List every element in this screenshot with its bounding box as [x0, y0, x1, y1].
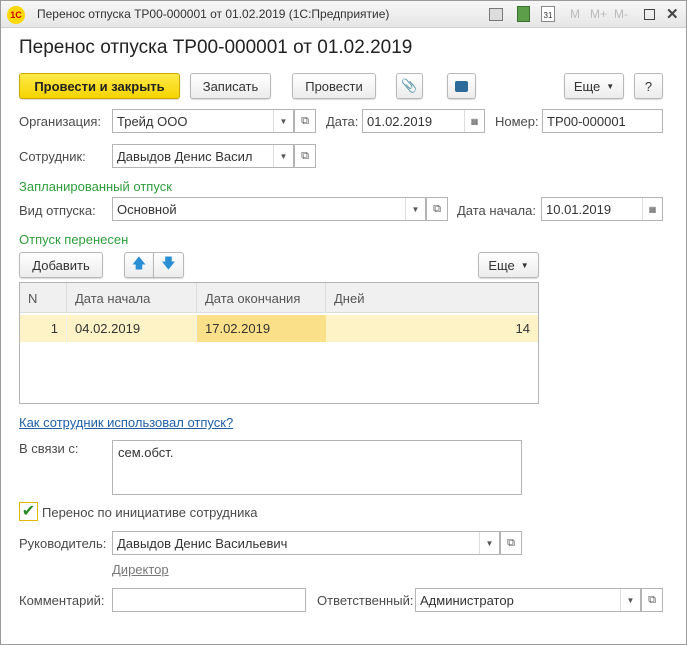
- memory-plus-button[interactable]: M+: [590, 7, 607, 21]
- cell-end[interactable]: 17.02.2019: [197, 315, 326, 342]
- move-down-button[interactable]: 🡇: [153, 252, 184, 278]
- print-preview-icon[interactable]: [489, 8, 503, 21]
- chevron-down-icon: ▼: [520, 260, 529, 270]
- manager-label: Руководитель:: [19, 536, 107, 551]
- paperclip-icon: 📎: [401, 78, 418, 93]
- move-up-button[interactable]: 🡅: [124, 252, 154, 278]
- number-label: Номер:: [495, 114, 539, 129]
- arrow-up-icon: 🡅: [131, 255, 147, 271]
- column-header-n[interactable]: N: [20, 283, 67, 313]
- help-button[interactable]: ?: [634, 73, 663, 99]
- memory-m-button[interactable]: M: [570, 7, 580, 21]
- maximize-icon[interactable]: [644, 9, 655, 20]
- save-button[interactable]: Записать: [190, 73, 271, 99]
- vac-type-value: Основной: [117, 201, 177, 217]
- employee-label: Сотрудник:: [19, 149, 86, 164]
- column-header-start[interactable]: Дата начала: [67, 283, 197, 313]
- attach-button[interactable]: 📎: [396, 73, 423, 99]
- title-bar: 1С Перенос отпуска ТР00-000001 от 01.02.…: [1, 1, 686, 28]
- employee-select[interactable]: Давыдов Денис Васильевич ▼: [112, 144, 294, 168]
- manager-select[interactable]: Давыдов Денис Васильевич ▼: [112, 531, 500, 555]
- open-org-button[interactable]: ⧉: [294, 109, 316, 133]
- comment-label: Комментарий:: [19, 593, 105, 608]
- calculator-icon[interactable]: [517, 6, 530, 22]
- open-manager-button[interactable]: ⧉: [500, 531, 522, 555]
- reason-textarea[interactable]: сем.обст.: [112, 440, 522, 495]
- org-value: Трейд ООО: [117, 113, 188, 129]
- add-button[interactable]: Добавить: [19, 252, 103, 278]
- document-window: 1С Перенос отпуска ТР00-000001 от 01.02.…: [0, 0, 687, 645]
- responsible-label: Ответственный:: [317, 593, 414, 608]
- reason-label: В связи с:: [19, 441, 79, 456]
- start-date-input[interactable]: 10.01.2019 ▦: [541, 197, 663, 221]
- chevron-down-icon[interactable]: ▼: [273, 145, 293, 167]
- open-vac-type-button[interactable]: ⧉: [426, 197, 448, 221]
- table-more-label: Еще: [488, 257, 515, 273]
- moved-section-title: Отпуск перенесен: [19, 232, 129, 247]
- manager-value: Давыдов Денис Васильевич: [117, 535, 288, 551]
- open-responsible-button[interactable]: ⧉: [641, 588, 663, 612]
- open-employee-button[interactable]: ⧉: [294, 144, 316, 168]
- responsible-select[interactable]: Администратор ▼: [415, 588, 641, 612]
- comment-input[interactable]: [112, 588, 306, 612]
- number-value: ТР00-000001: [547, 113, 626, 129]
- vac-type-select[interactable]: Основной ▼: [112, 197, 426, 221]
- printer-icon: [455, 80, 468, 92]
- calendar-icon[interactable]: ▦: [642, 198, 662, 220]
- responsible-value: Администратор: [420, 592, 514, 608]
- close-icon[interactable]: ✕: [666, 5, 679, 23]
- chevron-down-icon[interactable]: ▼: [405, 198, 425, 220]
- arrow-down-icon: 🡇: [161, 255, 176, 271]
- calendar-icon[interactable]: ▦: [464, 110, 484, 132]
- initiative-checkbox[interactable]: ✔: [19, 502, 38, 521]
- date-input[interactable]: 01.02.2019 ▦: [362, 109, 485, 133]
- page-title: Перенос отпуска ТР00-000001 от 01.02.201…: [19, 37, 413, 58]
- chevron-down-icon[interactable]: ▼: [620, 589, 640, 611]
- cell-days[interactable]: 14: [326, 315, 538, 342]
- start-date-value: 10.01.2019: [546, 201, 612, 217]
- planned-section-title: Запланированный отпуск: [19, 179, 172, 194]
- employee-value: Давыдов Денис Васильевич: [117, 148, 252, 164]
- print-button[interactable]: [447, 73, 476, 99]
- chevron-down-icon[interactable]: ▼: [273, 110, 293, 132]
- calendar-icon[interactable]: 31: [541, 6, 555, 22]
- cell-n[interactable]: 1: [20, 315, 67, 342]
- column-header-end[interactable]: Дата окончания: [197, 283, 326, 313]
- memory-minus-button[interactable]: M-: [614, 7, 628, 21]
- date-label: Дата:: [326, 114, 359, 129]
- usage-link[interactable]: Как сотрудник использовал отпуск?: [19, 415, 233, 430]
- window-title: Перенос отпуска ТР00-000001 от 01.02.201…: [37, 7, 390, 21]
- date-value: 01.02.2019: [367, 113, 433, 129]
- org-select[interactable]: Трейд ООО ▼: [112, 109, 294, 133]
- manager-position-link[interactable]: Директор: [112, 562, 169, 577]
- more-button[interactable]: Еще ▼: [564, 73, 624, 99]
- org-label: Организация:: [19, 114, 102, 129]
- 1c-logo-icon: 1С: [7, 6, 25, 24]
- cell-start[interactable]: 04.02.2019: [67, 315, 197, 342]
- start-label: Дата начала:: [457, 203, 536, 218]
- initiative-label[interactable]: Перенос по инициативе сотрудника: [42, 505, 258, 520]
- chevron-down-icon: ▼: [606, 81, 615, 91]
- post-and-close-button[interactable]: Провести и закрыть: [19, 73, 180, 99]
- table-header: N Дата начала Дата окончания Дней: [20, 283, 538, 313]
- table-more-button[interactable]: Еще ▼: [478, 252, 539, 278]
- chevron-down-icon[interactable]: ▼: [479, 532, 499, 554]
- more-label: Еще: [573, 78, 601, 94]
- post-button[interactable]: Провести: [292, 73, 376, 99]
- vacation-table: N Дата начала Дата окончания Дней 1 04.0…: [19, 282, 539, 404]
- number-input[interactable]: ТР00-000001: [542, 109, 663, 133]
- column-header-days[interactable]: Дней: [326, 283, 538, 313]
- vac-type-label: Вид отпуска:: [19, 203, 96, 218]
- table-row[interactable]: 1 04.02.2019 17.02.2019 14: [20, 315, 538, 342]
